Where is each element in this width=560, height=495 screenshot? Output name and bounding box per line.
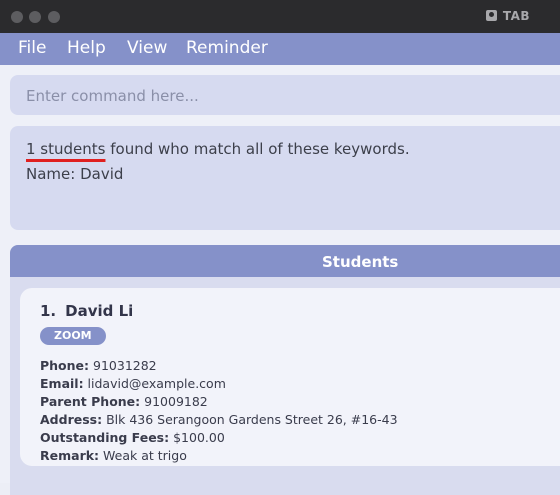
student-tag: ZOOM [40,327,106,345]
menu-file[interactable]: File [18,38,46,58]
address-label: Address: [40,412,103,427]
parent-phone-value: 91009182 [140,394,208,409]
window-titlebar: TAB [0,0,560,33]
student-list-panel: Students 1. David Li ZOOM Phone: 91031282… [10,245,560,495]
student-remark: Remark: Weak at trigo [40,448,187,463]
student-list-header: Students [10,245,560,277]
student-list-title: Students [322,253,399,271]
main-content: 1 students found who match all of these … [0,65,560,495]
result-count: 1 students [26,140,106,158]
result-keywords: Name: David [26,165,124,183]
window-title: TAB [485,9,530,23]
student-name-text: David Li [65,302,134,320]
address-value: Blk 436 Serangoon Gardens Street 26, #16… [102,412,398,427]
result-display: 1 students found who match all of these … [10,126,560,230]
email-value: lidavid@example.com [83,376,226,391]
command-box [10,75,560,115]
menu-reminder[interactable]: Reminder [186,38,268,58]
student-email: Email: lidavid@example.com [40,376,226,391]
student-name: 1. David Li [40,302,133,320]
email-label: Email: [40,376,84,391]
student-fees: Outstanding Fees: $100.00 [40,430,225,445]
command-input[interactable] [26,85,546,107]
result-message: 1 students found who match all of these … [26,140,410,158]
remark-value: Weak at trigo [99,448,187,463]
student-address: Address: Blk 436 Serangoon Gardens Stree… [40,412,398,427]
fees-label: Outstanding Fees: [40,430,170,445]
phone-label: Phone: [40,358,90,373]
menu-bar: File Help View Reminder [0,33,560,65]
menu-help[interactable]: Help [67,38,106,58]
fees-value: $100.00 [169,430,225,445]
zoom-window-button[interactable] [48,11,60,23]
parent-phone-label: Parent Phone: [40,394,141,409]
student-card[interactable]: 1. David Li ZOOM Phone: 91031282 Email: l… [20,288,560,466]
minimize-window-button[interactable] [29,11,41,23]
phone-value: 91031282 [89,358,157,373]
menu-view[interactable]: View [127,38,167,58]
app-icon [485,10,497,21]
window-title-text: TAB [502,9,530,23]
remark-label: Remark: [40,448,100,463]
student-index: 1. [40,302,57,320]
result-message-text: found who match all of these keywords. [105,140,410,158]
student-phone: Phone: 91031282 [40,358,157,373]
close-window-button[interactable] [11,11,23,23]
student-parent-phone: Parent Phone: 91009182 [40,394,208,409]
